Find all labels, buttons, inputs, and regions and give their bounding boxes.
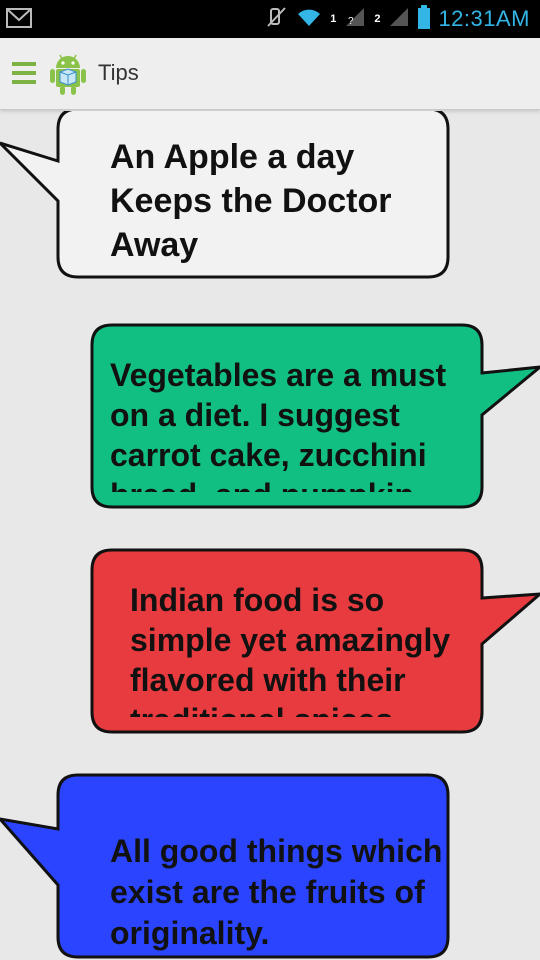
- menu-icon[interactable]: [12, 62, 36, 86]
- sim2-label: 2: [374, 13, 381, 25]
- battery-icon: [418, 4, 431, 34]
- tip-text: An Apple a day Keeps the Doctor Away: [110, 138, 392, 264]
- tip-text: Indian food is so simple yet amazingly f…: [130, 582, 451, 717]
- svg-text:?: ?: [348, 16, 354, 27]
- page-title: Tips: [98, 60, 139, 85]
- tip-text: Vegetables are a must on a diet. I sugge…: [110, 357, 447, 492]
- wifi-icon: [296, 6, 322, 33]
- sim1-label: 1: [330, 13, 337, 25]
- tip-bubble[interactable]: Vegetables are a must on a diet. I sugge…: [0, 323, 540, 513]
- signal-icon: [388, 6, 410, 33]
- status-bar: 1 ? 2 12:31AM: [0, 0, 540, 38]
- tip-bubble[interactable]: An Apple a day Keeps the Doctor Away: [0, 111, 540, 285]
- android-icon[interactable]: [48, 52, 88, 101]
- tip-text: All good things which exist are the frui…: [110, 833, 443, 951]
- signal-icon: ?: [344, 6, 366, 33]
- tips-list[interactable]: An Apple a day Keeps the Doctor Away Veg…: [0, 111, 540, 960]
- mute-icon: [266, 6, 288, 33]
- tip-bubble[interactable]: Indian food is so simple yet amazingly f…: [0, 548, 540, 738]
- status-clock: 12:31AM: [438, 6, 530, 31]
- tip-bubble[interactable]: All good things which exist are the frui…: [0, 773, 540, 960]
- gmail-icon: [6, 8, 32, 33]
- action-bar: Tips: [0, 38, 540, 110]
